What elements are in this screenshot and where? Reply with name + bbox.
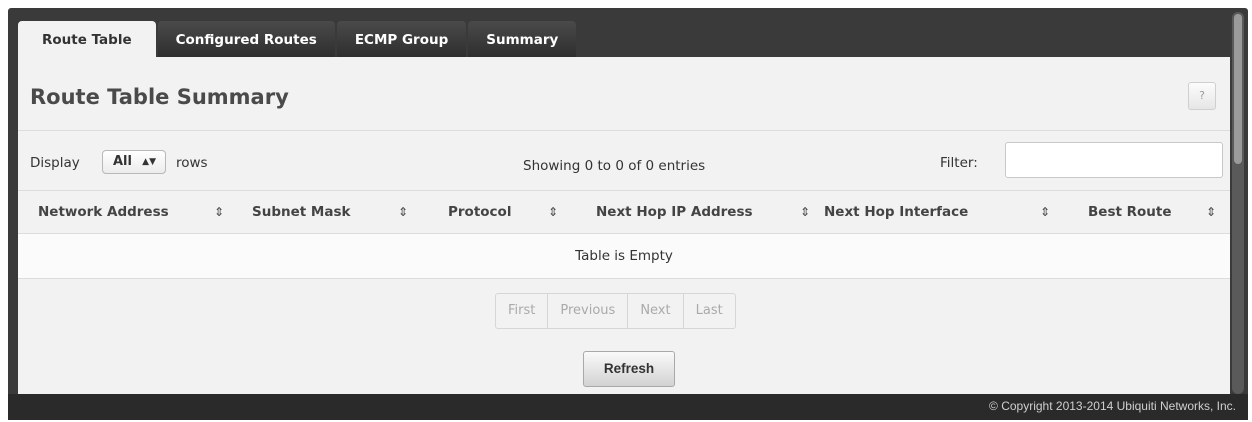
rows-select-value: All xyxy=(113,154,132,169)
table-empty-message: Table is Empty xyxy=(18,234,1230,279)
display-label: Display xyxy=(30,155,80,171)
table-controls: Display All ▲▼ rows Showing 0 to 0 of 0 … xyxy=(18,131,1230,191)
page-title: Route Table Summary xyxy=(30,85,289,109)
pagination-first-button[interactable]: First xyxy=(496,294,549,328)
app-frame: Route Table Configured Routes ECMP Group… xyxy=(8,8,1248,420)
tab-route-table[interactable]: Route Table xyxy=(18,21,156,57)
vertical-scrollbar[interactable] xyxy=(1232,12,1244,394)
refresh-button[interactable]: Refresh xyxy=(583,351,675,387)
pagination-previous-button[interactable]: Previous xyxy=(548,294,629,328)
tab-configured-routes[interactable]: Configured Routes xyxy=(157,21,335,57)
rows-label: rows xyxy=(176,155,208,171)
sort-icon[interactable]: ⇕ xyxy=(1040,191,1050,233)
tab-summary[interactable]: Summary xyxy=(468,21,577,57)
pagination-next-button[interactable]: Next xyxy=(628,294,684,328)
copyright-text: © Copyright 2013-2014 Ubiquiti Networks,… xyxy=(989,399,1236,413)
help-button[interactable]: ? xyxy=(1188,82,1216,110)
column-label: Next Hop Interface xyxy=(824,204,969,220)
pagination: First Previous Next Last xyxy=(495,293,736,329)
column-label: Protocol xyxy=(448,204,512,220)
entries-info: Showing 0 to 0 of 0 entries xyxy=(523,158,706,174)
column-header-subnet-mask[interactable]: Subnet Mask ⇕ xyxy=(230,191,426,233)
select-arrows-icon: ▲▼ xyxy=(142,157,156,167)
column-label: Best Route xyxy=(1088,204,1172,220)
column-label: Network Address xyxy=(38,204,169,220)
column-label: Next Hop IP Address xyxy=(596,204,753,220)
scrollbar-thumb[interactable] xyxy=(1234,14,1242,164)
content-panel: Route Table Summary ? Display All ▲▼ row… xyxy=(18,57,1230,402)
column-label: Subnet Mask xyxy=(252,204,351,220)
column-header-best-route[interactable]: Best Route ⇕ xyxy=(1060,191,1230,233)
filter-label: Filter: xyxy=(940,155,978,171)
footer: © Copyright 2013-2014 Ubiquiti Networks,… xyxy=(8,394,1248,420)
pagination-last-button[interactable]: Last xyxy=(684,294,735,328)
title-row: Route Table Summary ? xyxy=(18,57,1230,131)
column-header-next-hop-ip[interactable]: Next Hop IP Address ⇕ xyxy=(574,191,824,233)
sort-icon[interactable]: ⇕ xyxy=(1206,191,1216,233)
tab-ecmp-group[interactable]: ECMP Group xyxy=(336,21,467,57)
filter-input[interactable] xyxy=(1005,142,1223,178)
tab-bar: Route Table Configured Routes ECMP Group… xyxy=(18,21,577,57)
table-header: Network Address ⇕ Subnet Mask ⇕ Protocol… xyxy=(18,191,1230,234)
sort-icon[interactable]: ⇕ xyxy=(214,191,224,233)
column-header-protocol[interactable]: Protocol ⇕ xyxy=(426,191,574,233)
sort-icon[interactable]: ⇕ xyxy=(398,191,408,233)
column-header-network-address[interactable]: Network Address ⇕ xyxy=(18,191,230,233)
rows-per-page-select[interactable]: All ▲▼ xyxy=(102,150,166,174)
sort-icon[interactable]: ⇕ xyxy=(800,191,810,233)
sort-icon[interactable]: ⇕ xyxy=(548,191,558,233)
column-header-next-hop-interface[interactable]: Next Hop Interface ⇕ xyxy=(824,191,1060,233)
